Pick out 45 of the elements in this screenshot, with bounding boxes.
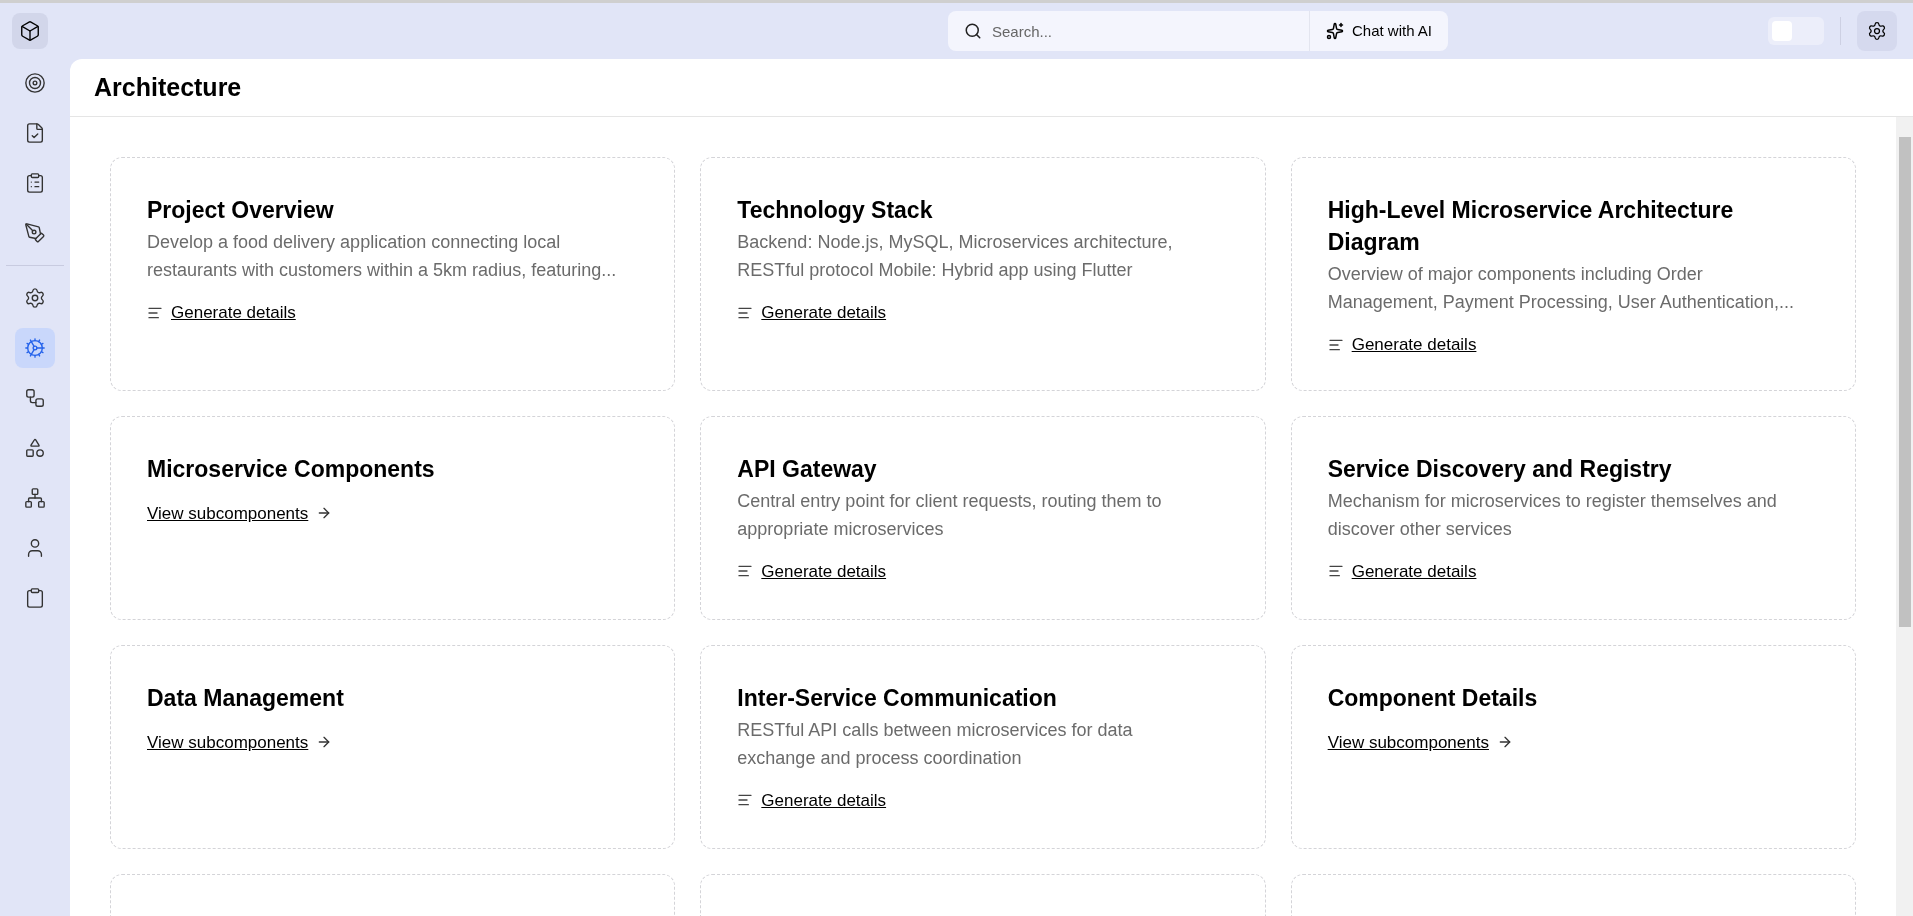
target-icon [24, 72, 46, 94]
shapes-icon [24, 437, 46, 459]
card-title: Microservice Components [147, 454, 436, 484]
card-description: RESTful API calls between microservices for data exchange and process coordination [737, 718, 1134, 770]
search-field[interactable]: Search... [948, 11, 1309, 51]
generate-details-link[interactable]: Generate details [1351, 558, 1477, 584]
card-description: Mechanism for microservices to register themselves and discover other services [1327, 489, 1778, 541]
card-title: Component Details [1327, 683, 1539, 713]
card-description: Develop a food delivery application connecting local restaurants with customers within a 5km radius, featuring... [147, 231, 618, 282]
settings-button[interactable] [1857, 11, 1897, 51]
checklist-document-icon [24, 122, 46, 144]
view-subcomponents-link[interactable]: View subcomponents [147, 500, 309, 526]
generate-details-link[interactable]: Generate details [171, 300, 296, 326]
card-description: Overview of major components including Order Management, Payment Processing, User Authentication,... [1327, 263, 1795, 314]
generate-details-link[interactable]: Generate details [761, 300, 887, 326]
clipboard-icon [24, 587, 46, 609]
settings-icon [1867, 21, 1887, 41]
card-title: Technology Stack [737, 196, 934, 225]
generate-details-link[interactable]: Generate details [761, 787, 887, 813]
clipboard-list-icon [24, 172, 46, 194]
theme-toggle[interactable] [1768, 17, 1824, 45]
generate-details-link[interactable]: Generate details [761, 558, 887, 584]
hierarchy-icon [24, 487, 46, 509]
scrollbar[interactable] [1896, 117, 1913, 916]
gear-icon [24, 337, 46, 359]
chat-with-ai-button[interactable]: Chat with AI [1308, 11, 1448, 51]
generate-details-link[interactable]: Generate details [1351, 332, 1477, 358]
card-title: Inter-Service Communication [737, 683, 1058, 713]
card-title: Data Management [147, 683, 345, 713]
card-title: Project Overview [147, 196, 335, 225]
card-title: API Gateway [737, 454, 878, 484]
card-title: Service Discovery and Registry [1327, 454, 1673, 484]
pen-tool-icon [24, 222, 46, 244]
settings-icon [24, 287, 46, 309]
linked-blocks-icon [24, 387, 46, 409]
view-subcomponents-link[interactable]: View subcomponents [147, 729, 309, 755]
app-logo[interactable] [12, 13, 48, 49]
sparkle-icon [1325, 22, 1344, 40]
cube-icon [19, 20, 41, 42]
card-description: Central entry point for client requests, routing them to appropriate microservices [737, 489, 1163, 541]
card-description: Backend: Node.js, MySQL, Microservices architecture, RESTful protocol Mobile: Hybrid app using Flutter [737, 231, 1174, 282]
card-title: High-Level Microservice Architecture Diagram [1327, 196, 1735, 257]
view-subcomponents-link[interactable]: View subcomponents [1327, 729, 1489, 755]
page-title: Architecture [94, 71, 242, 103]
search-icon [964, 22, 982, 40]
